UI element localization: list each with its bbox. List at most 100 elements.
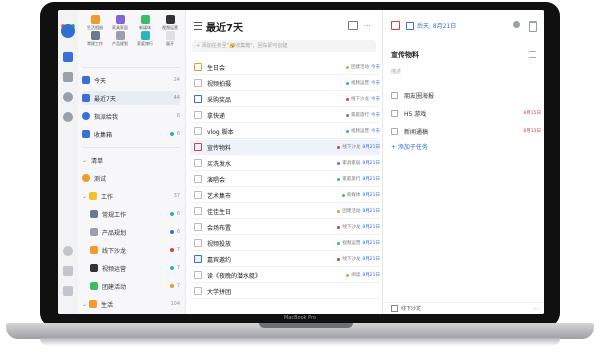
sidebar-item-count: 7 bbox=[176, 265, 180, 271]
quick-item[interactable]: 新媒体 bbox=[133, 15, 157, 31]
list-format-icon[interactable] bbox=[529, 51, 536, 58]
sidebar-group-header[interactable]: ⌄ 清单 bbox=[82, 153, 180, 167]
task-checkbox[interactable] bbox=[194, 271, 202, 279]
task-row[interactable]: 艺术集市 新媒体 8月21日 bbox=[190, 188, 380, 203]
task-title: 佳佳生日 bbox=[207, 208, 232, 216]
task-row[interactable]: 买洗发水 家具家居 8月21日 bbox=[190, 156, 380, 171]
task-date: 8月21日 bbox=[362, 225, 380, 230]
task-checkbox[interactable] bbox=[194, 239, 202, 247]
task-checkbox[interactable] bbox=[194, 63, 202, 71]
task-row[interactable]: 拿快递 家庭旅行 今天 bbox=[190, 108, 380, 123]
calendar-icon[interactable] bbox=[63, 72, 73, 82]
task-row[interactable]: 大学拼团 bbox=[190, 284, 380, 299]
subtask-checkbox[interactable] bbox=[391, 109, 398, 117]
quick-item-label: 生活相册 bbox=[87, 25, 103, 30]
more-icon[interactable]: ··· bbox=[533, 303, 538, 314]
sidebar-item-count: 7 bbox=[176, 283, 180, 289]
task-row[interactable]: 嘉宾邀约 线下沙龙 8月21日 bbox=[190, 252, 380, 267]
search-icon[interactable] bbox=[63, 112, 73, 122]
task-checkbox[interactable] bbox=[194, 111, 202, 119]
sidebar-item-routine[interactable]: 常规工作 6 bbox=[82, 207, 180, 221]
task-checkbox[interactable] bbox=[194, 287, 202, 295]
color-dot bbox=[169, 248, 174, 252]
subtask-row[interactable]: H5 游戏 8月15日 bbox=[391, 106, 541, 120]
quick-item[interactable]: 生活相册 bbox=[83, 15, 107, 31]
task-checkbox[interactable] bbox=[194, 175, 202, 183]
sidebar-item-today[interactable]: 今天 24 bbox=[82, 73, 180, 87]
task-row[interactable]: 读《夜晚的潜水艇》 阅读 8月21日 bbox=[190, 268, 380, 283]
subtask-row[interactable]: 朋友圈海报 bbox=[391, 88, 541, 102]
sidebar-item-product[interactable]: 产品规划 6 bbox=[82, 225, 180, 239]
task-title: 买洗发水 bbox=[207, 160, 232, 168]
bell-icon[interactable] bbox=[63, 266, 73, 276]
task-list-name: 阅读 bbox=[351, 273, 361, 278]
rainbow-icon bbox=[89, 300, 98, 308]
task-row-selected[interactable]: 宣传物料 线下沙龙 8月21日 bbox=[190, 140, 380, 155]
avatar[interactable] bbox=[61, 24, 75, 38]
sidebar-item-video[interactable]: 视频运营 7 bbox=[82, 261, 180, 275]
task-checkbox[interactable] bbox=[194, 223, 202, 231]
task-row[interactable]: 演唱会 家庭旅行 8月21日 bbox=[190, 172, 380, 187]
quick-item[interactable]: 常规工作 bbox=[83, 31, 107, 47]
task-check-icon[interactable] bbox=[63, 52, 73, 62]
task-checkbox[interactable] bbox=[194, 95, 202, 103]
task-row[interactable]: 佳佳生日 团建活动 8月21日 bbox=[190, 204, 380, 219]
focus-icon[interactable] bbox=[63, 92, 73, 102]
detail-list-name[interactable]: 线下沙龙 bbox=[401, 306, 421, 312]
sync-icon[interactable] bbox=[63, 246, 73, 256]
sidebar-item-test[interactable]: 测试 bbox=[82, 171, 180, 185]
quick-item[interactable]: 展开 bbox=[158, 31, 182, 47]
add-subtask-button[interactable]: + 添加子任务 bbox=[391, 142, 428, 151]
task-date: 8月21日 bbox=[362, 177, 380, 182]
task-checkbox[interactable] bbox=[194, 207, 202, 215]
task-checkbox[interactable] bbox=[391, 21, 400, 30]
quick-item[interactable]: 视频运营 bbox=[158, 15, 182, 31]
sidebar-item-salon[interactable]: 线下沙龙 7 bbox=[82, 243, 180, 257]
detail-description[interactable]: 描述 bbox=[391, 68, 401, 75]
quick-item[interactable]: 家庭旅行 bbox=[133, 31, 157, 47]
more-icon[interactable]: ··· bbox=[364, 22, 371, 30]
subtask-title: H5 游戏 bbox=[404, 110, 427, 118]
task-checkbox[interactable] bbox=[194, 143, 202, 151]
subtask-title: 朋友圈海报 bbox=[404, 92, 435, 100]
flag-filter-icon[interactable] bbox=[348, 21, 358, 30]
task-row[interactable]: 视频投放 视频运营 8月21日 bbox=[190, 236, 380, 251]
quick-item[interactable]: 产品规划 bbox=[108, 31, 132, 47]
task-row[interactable]: 采购奖品 线下沙龙 今天 bbox=[190, 92, 380, 107]
assignee-icon[interactable] bbox=[513, 21, 520, 28]
task-checkbox[interactable] bbox=[194, 79, 202, 87]
sidebar-folder-work[interactable]: ⌄ 工作 37 bbox=[82, 189, 180, 203]
flag-icon[interactable] bbox=[529, 21, 537, 32]
base-notch bbox=[259, 323, 353, 328]
task-checkbox[interactable] bbox=[194, 159, 202, 167]
task-row[interactable]: 会场布置 线下沙龙 8月21日 bbox=[190, 220, 380, 235]
subtask-checkbox[interactable] bbox=[391, 91, 398, 99]
task-list-name: 线下沙龙 bbox=[351, 97, 369, 102]
subtask-row[interactable]: 新闻通稿 8月13日 bbox=[391, 124, 541, 138]
task-title: 会场布置 bbox=[207, 224, 232, 232]
task-row[interactable]: 生日会 团建活动 今天 bbox=[190, 60, 380, 75]
sidebar-item-assigned[interactable]: 指派给我 6 bbox=[82, 109, 180, 123]
sidebar-item-inbox[interactable]: 收集箱 6 bbox=[82, 127, 180, 141]
detail-title[interactable]: 宣传物料 bbox=[391, 50, 419, 60]
sidebar-folder-life[interactable]: ⌄ 生活 104 bbox=[82, 297, 180, 311]
subtask-checkbox[interactable] bbox=[391, 127, 398, 135]
sidebar-item-label: 常规工作 bbox=[102, 211, 127, 219]
task-checkbox[interactable] bbox=[194, 255, 202, 263]
clapper-icon bbox=[165, 15, 175, 24]
task-checkbox[interactable] bbox=[194, 191, 202, 199]
color-dot bbox=[337, 161, 341, 165]
quick-item[interactable]: 家具家居 bbox=[108, 15, 132, 31]
sidebar-item-count: 37 bbox=[173, 193, 180, 199]
detail-date[interactable]: 后天, 8月21日 bbox=[391, 21, 456, 30]
task-row[interactable]: vlog 脚本 视频运营 今天 bbox=[190, 124, 380, 139]
task-date: 今天 bbox=[371, 97, 380, 102]
sidebar-item-next7[interactable]: 最近7天 44 bbox=[82, 91, 180, 105]
sidebar-item-teambuild[interactable]: 团建活动 7 bbox=[82, 279, 180, 293]
more-icon[interactable] bbox=[63, 286, 73, 296]
add-task-input[interactable]: + 添加任务至"🥳收集箱"，回车即可创建 bbox=[192, 40, 376, 52]
task-row[interactable]: 视频拍摄 视频运营 今天 bbox=[190, 76, 380, 91]
menu-icon[interactable] bbox=[194, 22, 202, 30]
task-checkbox[interactable] bbox=[194, 127, 202, 135]
inbox-icon bbox=[82, 130, 90, 138]
